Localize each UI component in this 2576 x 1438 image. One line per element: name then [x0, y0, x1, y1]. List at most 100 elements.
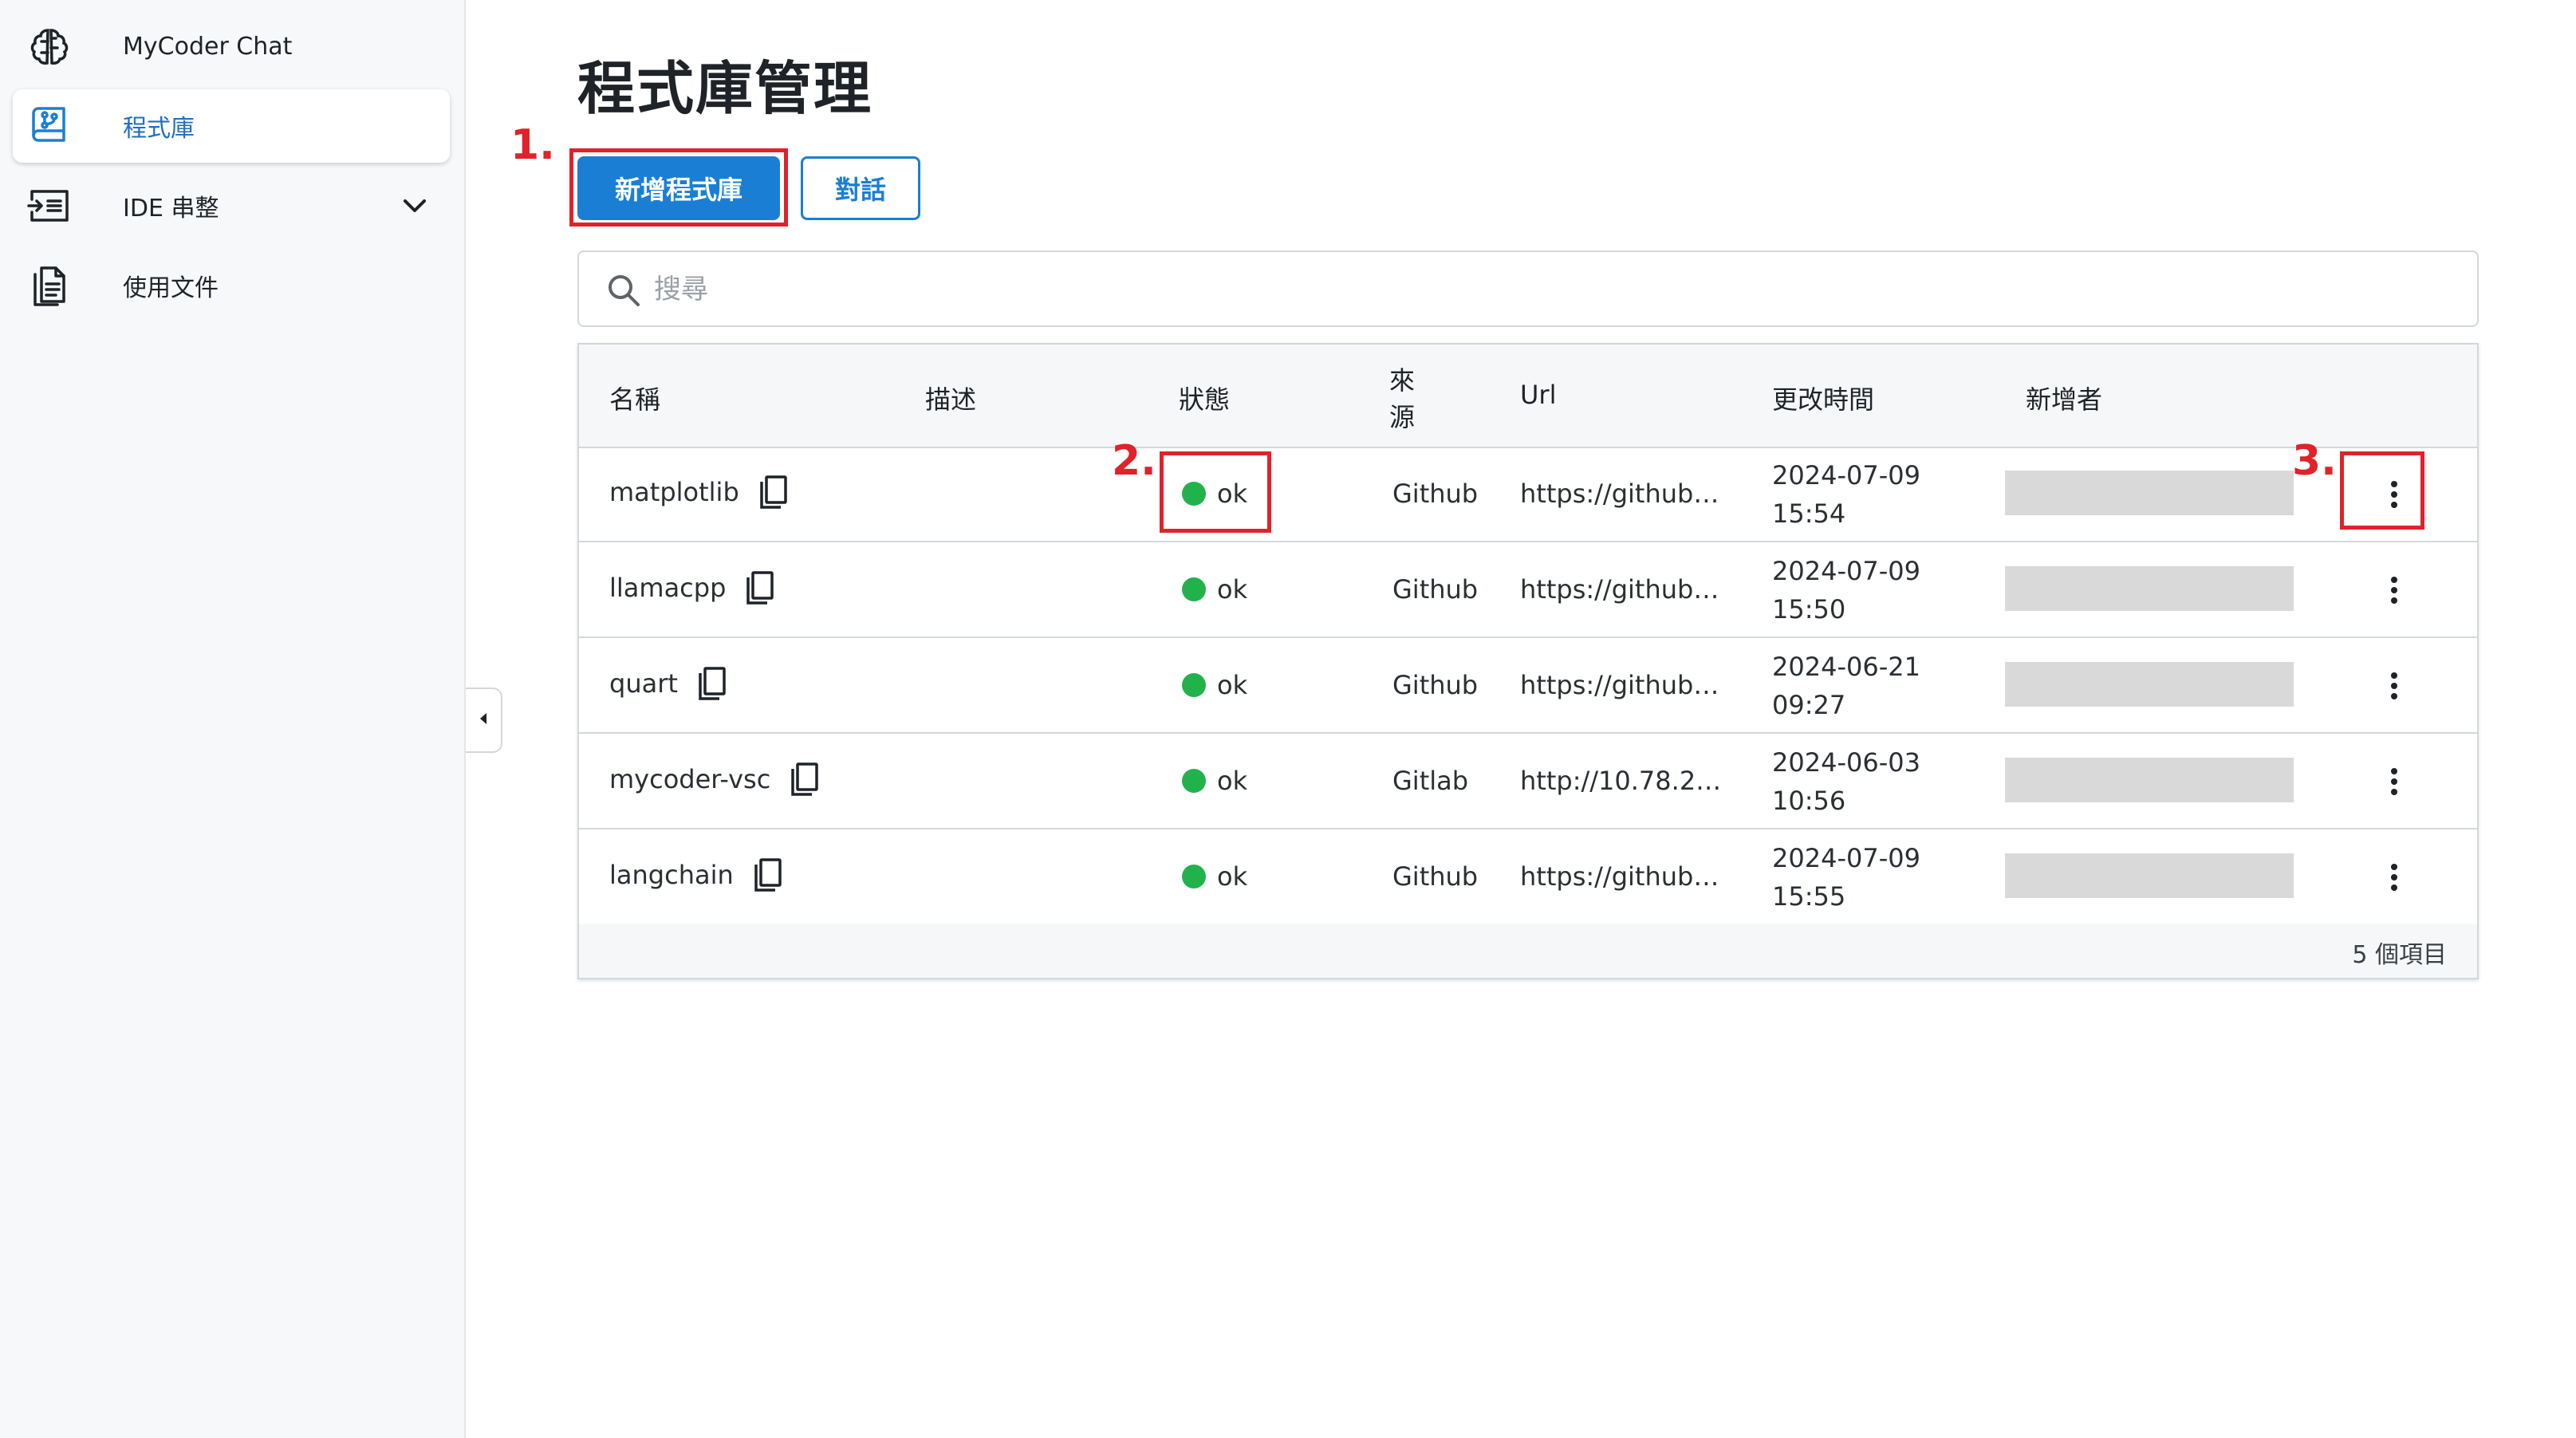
updated-date: 2024-07-09	[1772, 843, 1920, 873]
updated-cell: 2024-07-09 15:55	[1772, 839, 1920, 916]
brain-icon	[27, 24, 72, 69]
annotation-step-1: 1.	[510, 121, 555, 169]
column-header-source[interactable]: 來源	[1389, 362, 1421, 435]
repo-name-cell: mycoder-vsc	[609, 761, 821, 798]
repository-table: 名稱 描述 狀態 來源 Url 更改時間 新增者 matplotlib ok G…	[577, 343, 2479, 979]
repo-name: mycoder-vsc	[609, 764, 771, 794]
updated-time: 09:27	[1772, 690, 1846, 720]
sidebar-collapse-toggle[interactable]	[466, 687, 502, 753]
status-text: ok	[1217, 574, 1248, 605]
repo-name-cell: quart	[609, 665, 729, 702]
copy-icon[interactable]	[695, 665, 729, 702]
url-cell: https://github…	[1520, 670, 1719, 700]
creator-redacted	[2005, 471, 2294, 515]
source-cell: Github	[1392, 479, 1479, 509]
status-text: ok	[1217, 766, 1248, 796]
copy-icon[interactable]	[757, 474, 790, 510]
copy-icon[interactable]	[788, 761, 821, 798]
table-row[interactable]: matplotlib ok Github https://github… 202…	[579, 447, 2477, 542]
status-ok-indicator	[1182, 673, 1206, 697]
annotation-step-3: 3.	[2292, 437, 2337, 485]
table-footer: 5 個項目	[579, 924, 2477, 978]
url-cell: https://github…	[1520, 861, 1719, 892]
updated-date: 2024-06-21	[1772, 652, 1920, 682]
url-cell: http://10.78.2…	[1520, 766, 1719, 796]
updated-date: 2024-06-03	[1772, 747, 1920, 778]
url-cell: https://github…	[1520, 479, 1719, 509]
column-header-creator[interactable]: 新增者	[2026, 380, 2102, 416]
more-options-button[interactable]	[2372, 758, 2416, 806]
repo-name-cell: langchain	[609, 857, 785, 893]
sidebar-item-label: 程式庫	[123, 115, 195, 143]
table-row[interactable]: langchain ok Github https://github… 2024…	[579, 829, 2477, 925]
column-header-status[interactable]: 狀態	[1179, 380, 1230, 416]
ide-integration-icon	[27, 183, 72, 228]
updated-cell: 2024-07-09 15:54	[1772, 456, 1920, 533]
creator-redacted	[2005, 662, 2294, 707]
search-input[interactable]	[652, 263, 2410, 316]
search-box	[577, 250, 2479, 327]
sidebar-item-mycoder-chat[interactable]: MyCoder Chat	[13, 10, 450, 83]
more-options-button[interactable]	[2372, 662, 2416, 710]
source-cell: Gitlab	[1392, 766, 1469, 796]
updated-cell: 2024-06-21 09:27	[1772, 648, 1920, 724]
status-ok-indicator	[1182, 577, 1206, 601]
copy-icon[interactable]	[743, 569, 777, 606]
status-cell: ok	[1182, 574, 1247, 605]
sidebar-item-ide-integration[interactable]: IDE 串整	[13, 169, 450, 242]
repo-name: quart	[609, 668, 678, 699]
annotation-step-2: 2.	[1112, 437, 1156, 485]
url-cell: https://github…	[1520, 574, 1719, 605]
updated-date: 2024-07-09	[1772, 460, 1920, 490]
source-cell: Github	[1392, 670, 1479, 700]
document-icon	[27, 263, 72, 308]
sidebar-item-label: MyCoder Chat	[123, 32, 293, 61]
column-header-url[interactable]: Url	[1520, 380, 1556, 410]
row-count: 5 個項目	[2352, 941, 2447, 969]
column-header-updated[interactable]: 更改時間	[1772, 380, 1874, 416]
annotation-highlight-2	[1160, 451, 1271, 533]
updated-time: 10:56	[1772, 786, 1846, 816]
caret-left-icon	[478, 711, 489, 729]
page-title: 程式庫管理	[577, 55, 873, 122]
status-ok-indicator	[1182, 769, 1206, 793]
repo-name: matplotlib	[609, 477, 739, 507]
repo-name-cell: llamacpp	[609, 569, 777, 606]
creator-redacted	[2005, 853, 2294, 898]
status-cell: ok	[1182, 861, 1247, 892]
status-cell: ok	[1182, 670, 1247, 700]
repository-icon	[27, 104, 72, 148]
creator-redacted	[2005, 758, 2294, 802]
search-icon	[606, 273, 641, 308]
repo-name: langchain	[609, 860, 734, 890]
table-header: 名稱 描述 狀態 來源 Url 更改時間 新增者	[579, 345, 2477, 448]
repo-name: llamacpp	[609, 573, 727, 603]
updated-cell: 2024-06-03 10:56	[1772, 743, 1920, 820]
table-row[interactable]: mycoder-vsc ok Gitlab http://10.78.2… 20…	[579, 734, 2477, 829]
more-options-button[interactable]	[2372, 566, 2416, 614]
updated-cell: 2024-07-09 15:50	[1772, 552, 1920, 628]
chat-button[interactable]: 對話	[801, 156, 920, 220]
annotation-highlight-3	[2340, 451, 2424, 530]
table-row[interactable]: quart ok Github https://github… 2024-06-…	[579, 638, 2477, 734]
creator-redacted	[2005, 566, 2294, 611]
add-repository-button[interactable]: 新增程式庫	[577, 156, 780, 220]
source-cell: Github	[1392, 574, 1479, 605]
status-text: ok	[1217, 861, 1248, 892]
copy-icon[interactable]	[751, 857, 785, 893]
sidebar-item-documentation[interactable]: 使用文件	[13, 249, 450, 322]
updated-time: 15:55	[1772, 881, 1846, 912]
more-options-button[interactable]	[2372, 853, 2416, 901]
column-header-description[interactable]: 描述	[925, 380, 976, 416]
source-cell: Github	[1392, 861, 1479, 892]
table-row[interactable]: llamacpp ok Github https://github… 2024-…	[579, 542, 2477, 638]
chevron-down-icon[interactable]	[399, 190, 431, 222]
status-text: ok	[1217, 670, 1248, 700]
updated-time: 15:54	[1772, 498, 1846, 529]
column-header-name[interactable]: 名稱	[609, 380, 660, 416]
sidebar-item-repository[interactable]: 程式庫	[13, 89, 450, 163]
repo-name-cell: matplotlib	[609, 474, 790, 510]
sidebar-item-label: 使用文件	[123, 274, 219, 302]
updated-time: 15:50	[1772, 594, 1846, 624]
updated-date: 2024-07-09	[1772, 556, 1920, 586]
